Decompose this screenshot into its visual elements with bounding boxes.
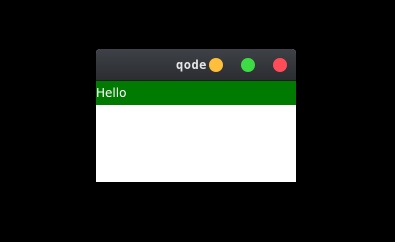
hello-label: Hello	[96, 86, 127, 100]
close-button[interactable]	[273, 58, 287, 72]
maximize-button[interactable]	[241, 58, 255, 72]
hello-bar: Hello	[96, 81, 296, 105]
title-bar[interactable]: qode	[96, 49, 296, 81]
app-window: qode Hello	[96, 49, 296, 182]
minimize-button[interactable]	[209, 58, 223, 72]
content-area	[96, 105, 296, 182]
app-title: qode	[176, 58, 207, 72]
